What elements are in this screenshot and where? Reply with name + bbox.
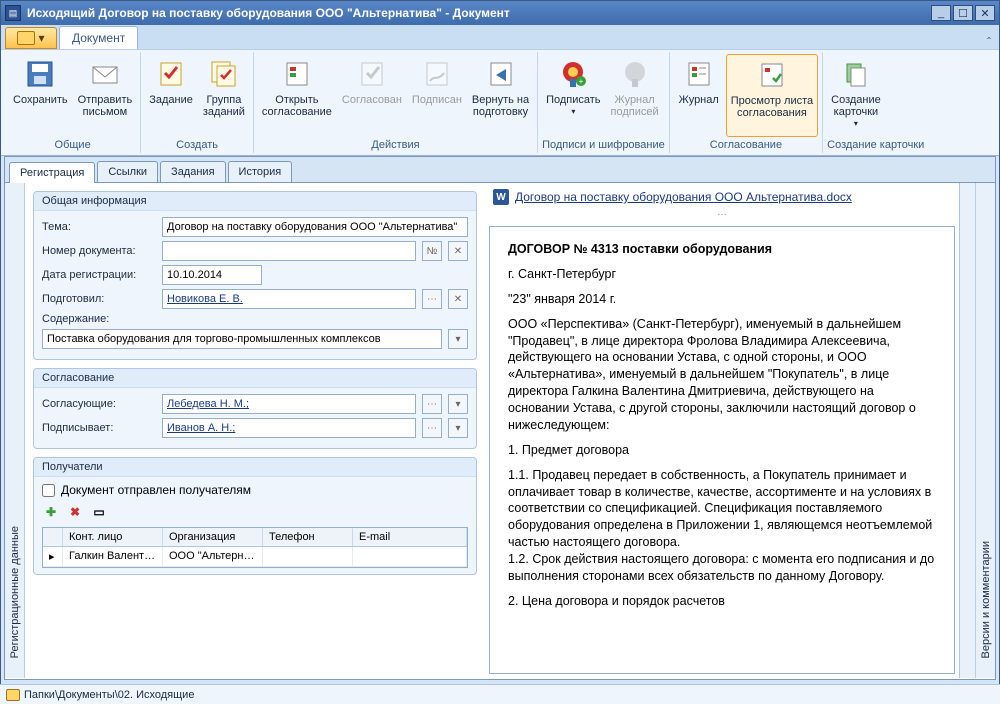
document-preview: ДОГОВОР № 4313 поставки оборудования г. … [489,226,955,674]
approved-button: Согласован [338,54,406,137]
signed-button: Подписан [408,54,466,137]
approvers-label: Согласующие: [42,398,156,410]
content-label: Содержание: [42,313,156,325]
journal-button[interactable]: Журнал [674,54,724,137]
recipients-grid: Конт. лицо Организация Телефон E-mail ▸ … [42,527,468,568]
group-label-create: Создать [145,137,249,151]
prepared-label: Подготовил: [42,293,156,305]
signer-pick-button[interactable]: ⋯ [422,418,442,438]
scrollbar[interactable] [959,183,975,678]
view-approval-sheet-button[interactable]: Просмотр листа согласования [726,54,818,137]
approvers-pick-button[interactable]: ⋯ [422,394,442,414]
content-input[interactable]: Поставка оборудования для торгово-промыш… [42,329,442,349]
regdate-input[interactable]: 10.10.2014 [162,265,262,285]
side-tab-versions[interactable]: Версии и комментарии [975,183,995,678]
window-title: Исходящий Договор на поставку оборудован… [27,6,931,20]
theme-label: Тема: [42,221,156,233]
maximize-button[interactable]: ☐ [953,5,973,21]
signer-input[interactable]: Иванов А. Н.; [162,418,416,438]
section-approval-title: Согласование [34,369,476,388]
prepared-input[interactable]: Новикова Е. В. [162,289,416,309]
return-to-prep-button[interactable]: Вернуть на подготовку [468,54,533,137]
ribbon-help-icon[interactable]: ˆ [987,35,991,49]
group-label-card: Создание карточки [827,137,924,151]
sent-label: Документ отправлен получателям [61,483,251,497]
app-menu-button[interactable]: ▾ [5,27,57,49]
delete-recipient-button[interactable]: ✖ [66,503,84,521]
table-row[interactable]: ▸ Галкин Валенти… ООО "Альтерна… [43,547,467,567]
approvers-input[interactable]: Лебедева Н. М.; [162,394,416,414]
tab-tasks[interactable]: Задания [160,161,225,182]
docnum-gen-button[interactable]: № [422,241,442,261]
side-tab-registration-data[interactable]: Регистрационные данные [5,183,25,678]
document-name-link[interactable]: Договор на поставку оборудования ООО Аль… [515,190,852,204]
sign-button[interactable]: +Подписать▾ [542,54,604,137]
docnum-clear-button[interactable]: ✕ [448,241,468,261]
prepared-pick-button[interactable]: ⋯ [422,289,442,309]
close-button[interactable]: ✕ [975,5,995,21]
breadcrumb[interactable]: Папки\Документы\02. Исходящие [0,684,1000,704]
group-label-actions: Действия [258,137,533,151]
approvers-dd-button[interactable]: ▾ [448,394,468,414]
recipient-card-button[interactable]: ▭ [90,503,108,521]
content-expand-button[interactable]: ▾ [448,329,468,349]
section-recipients-title: Получатели [34,458,476,477]
signer-label: Подписывает: [42,422,156,434]
group-label-signatures: Подписи и шифрование [542,137,665,151]
group-label-common: Общие [9,137,136,151]
open-approval-button[interactable]: Открыть согласование [258,54,336,137]
tab-registration[interactable]: Регистрация [9,162,95,183]
minimize-button[interactable]: _ [931,5,951,21]
add-recipient-button[interactable]: ✚ [42,503,60,521]
ribbon-tab-document[interactable]: Документ [59,26,138,49]
send-email-button[interactable]: Отправить письмом [74,54,137,137]
tab-history[interactable]: История [228,161,293,182]
section-general-title: Общая информация [34,192,476,211]
docnum-label: Номер документа: [42,245,156,257]
tab-links[interactable]: Ссылки [97,161,158,182]
create-card-button[interactable]: Создание карточки▾ [827,54,885,137]
word-icon: W [493,189,509,205]
col-email[interactable]: E-mail [353,528,467,546]
signer-dd-button[interactable]: ▾ [448,418,468,438]
group-label-approval: Согласование [674,137,818,151]
signature-log-button: Журнал подписей [607,54,663,137]
save-button[interactable]: Сохранить [9,54,72,137]
docnum-input[interactable] [162,241,416,261]
col-contact[interactable]: Конт. лицо [63,528,163,546]
col-org[interactable]: Организация [163,528,263,546]
col-phone[interactable]: Телефон [263,528,353,546]
folder-icon [6,689,20,701]
titlebar: ▤ Исходящий Договор на поставку оборудов… [1,1,999,25]
task-group-button[interactable]: Группа заданий [199,54,249,137]
prepared-clear-button[interactable]: ✕ [448,289,468,309]
task-button[interactable]: Задание [145,54,197,137]
sent-checkbox[interactable] [42,484,55,497]
app-icon: ▤ [5,5,21,21]
theme-input[interactable]: Договор на поставку оборудования ООО "Ал… [162,217,468,237]
regdate-label: Дата регистрации: [42,269,156,281]
svg-text:+: + [579,77,584,86]
